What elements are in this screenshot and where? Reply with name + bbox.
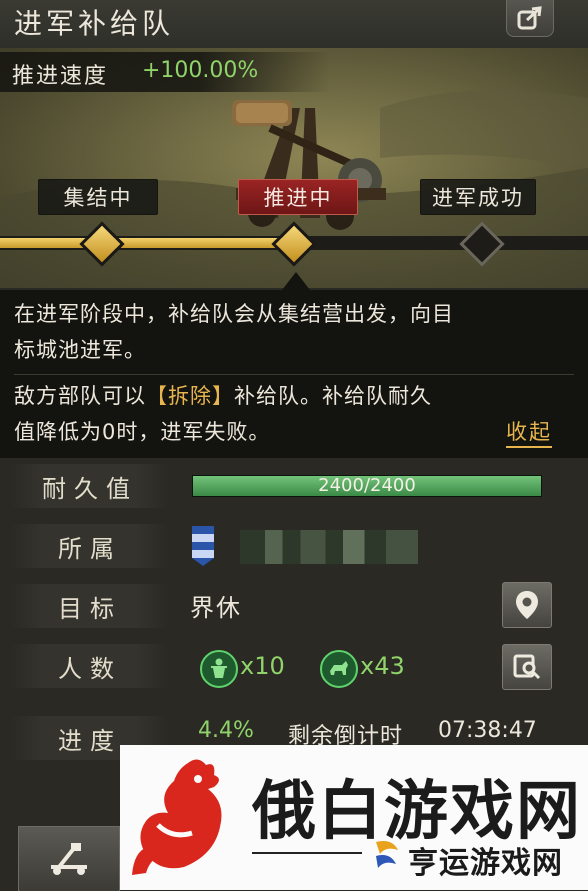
durability-label: 耐久值: [10, 464, 170, 508]
locate-target-button[interactable]: [502, 582, 552, 628]
rooster-logo-icon: [132, 759, 222, 875]
watermark-subtitle: 亨运游戏网: [408, 846, 563, 881]
description-line-3-start: 敌方部队可以: [14, 384, 146, 408]
stage-advancing-tag: 推进中: [238, 179, 358, 215]
stage-success-tag: 进军成功: [420, 179, 536, 215]
description-line-1: 在进军阶段中，补给队会从集结营出发，向目: [14, 302, 454, 326]
troop-detail-button[interactable]: [502, 644, 552, 690]
troop-count-label: 人数: [10, 644, 170, 688]
speed-label: 推进速度: [12, 64, 109, 89]
speed-value: +100.00%: [142, 58, 259, 83]
share-button[interactable]: [506, 0, 554, 37]
owner-label: 所属: [10, 524, 170, 568]
description-divider: [14, 374, 574, 375]
target-label: 目标: [10, 584, 170, 628]
cavalry-icon: [320, 650, 358, 688]
countdown-value: 07:38:47: [438, 718, 537, 743]
map-pin-icon: [516, 591, 538, 619]
catapult-icon: [51, 843, 87, 875]
description-line-2: 标城池进军。: [14, 338, 146, 362]
watermark-rule: [252, 852, 362, 854]
tooltip-pointer: [282, 272, 310, 290]
progress-value: 4.4%: [198, 718, 254, 743]
description-line-3-end: 补给队。补给队耐久: [234, 384, 432, 408]
durability-bar: 2400/2400: [192, 475, 542, 497]
stage-track-fill: [0, 238, 294, 248]
description-line-4: 值降低为0时，进军失败。: [14, 420, 271, 444]
description-line-3: 敌方部队可以【拆除】补给队。补给队耐久: [14, 380, 432, 412]
owner-name-redacted: [240, 530, 418, 564]
cavalry-count: x43: [360, 652, 405, 680]
share-icon: [517, 6, 542, 30]
watermark-swirl-icon: [376, 841, 398, 868]
alliance-flag-icon: [192, 526, 214, 566]
stage-gathering-tag: 集结中: [38, 179, 158, 215]
collapse-link[interactable]: 收起: [506, 418, 552, 448]
siege-action-button[interactable]: [18, 826, 120, 891]
infantry-count: x10: [240, 652, 285, 680]
dismantle-keyword: 【拆除】: [146, 384, 234, 408]
magnifier-icon: [513, 654, 541, 680]
durability-text: 2400/2400: [318, 475, 416, 496]
page-title: 进军补给队: [14, 7, 175, 40]
infantry-icon: [200, 650, 238, 688]
target-city: 界休: [190, 594, 242, 622]
